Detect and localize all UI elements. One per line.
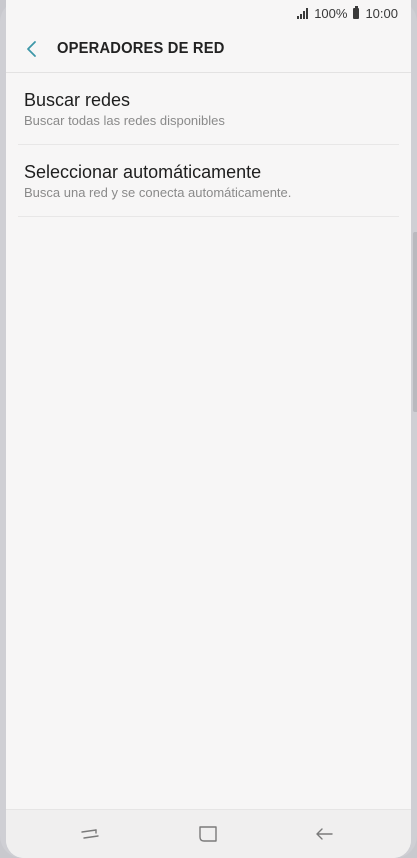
device-side-button [413, 232, 417, 412]
screen: 100% 10:00 OPERADORES DE RED Buscar rede… [6, 0, 411, 858]
chevron-left-icon[interactable] [23, 40, 41, 58]
battery-percentage: 100% [314, 6, 348, 21]
list-item-title: Buscar redes [24, 90, 131, 110]
back-arrow-icon[interactable] [312, 822, 336, 846]
home-icon[interactable] [196, 822, 220, 846]
app-header: OPERADORES DE RED [6, 28, 411, 73]
signal-icon [297, 8, 309, 19]
list-item-subtitle: Buscar todas las redes disponibles [24, 113, 225, 128]
status-indicators: 100% 10:00 [297, 6, 398, 21]
settings-list: Buscar redes Buscar todas las redes disp… [18, 73, 399, 217]
status-bar: 100% 10:00 [6, 0, 411, 28]
recents-icon[interactable] [78, 822, 102, 846]
list-item-subtitle: Busca una red y se conecta automáticamen… [24, 185, 292, 200]
device-frame: 100% 10:00 OPERADORES DE RED Buscar rede… [0, 0, 417, 858]
battery-icon [353, 6, 360, 19]
page-title: OPERADORES DE RED [57, 40, 225, 57]
list-item-title: Seleccionar automáticamente [24, 162, 262, 182]
list-item-seleccionar-automaticamente[interactable]: Seleccionar automáticamente Busca una re… [18, 145, 399, 217]
clock: 10:00 [365, 6, 398, 21]
navigation-bar [6, 809, 411, 858]
list-item-buscar-redes[interactable]: Buscar redes Buscar todas las redes disp… [18, 73, 399, 145]
